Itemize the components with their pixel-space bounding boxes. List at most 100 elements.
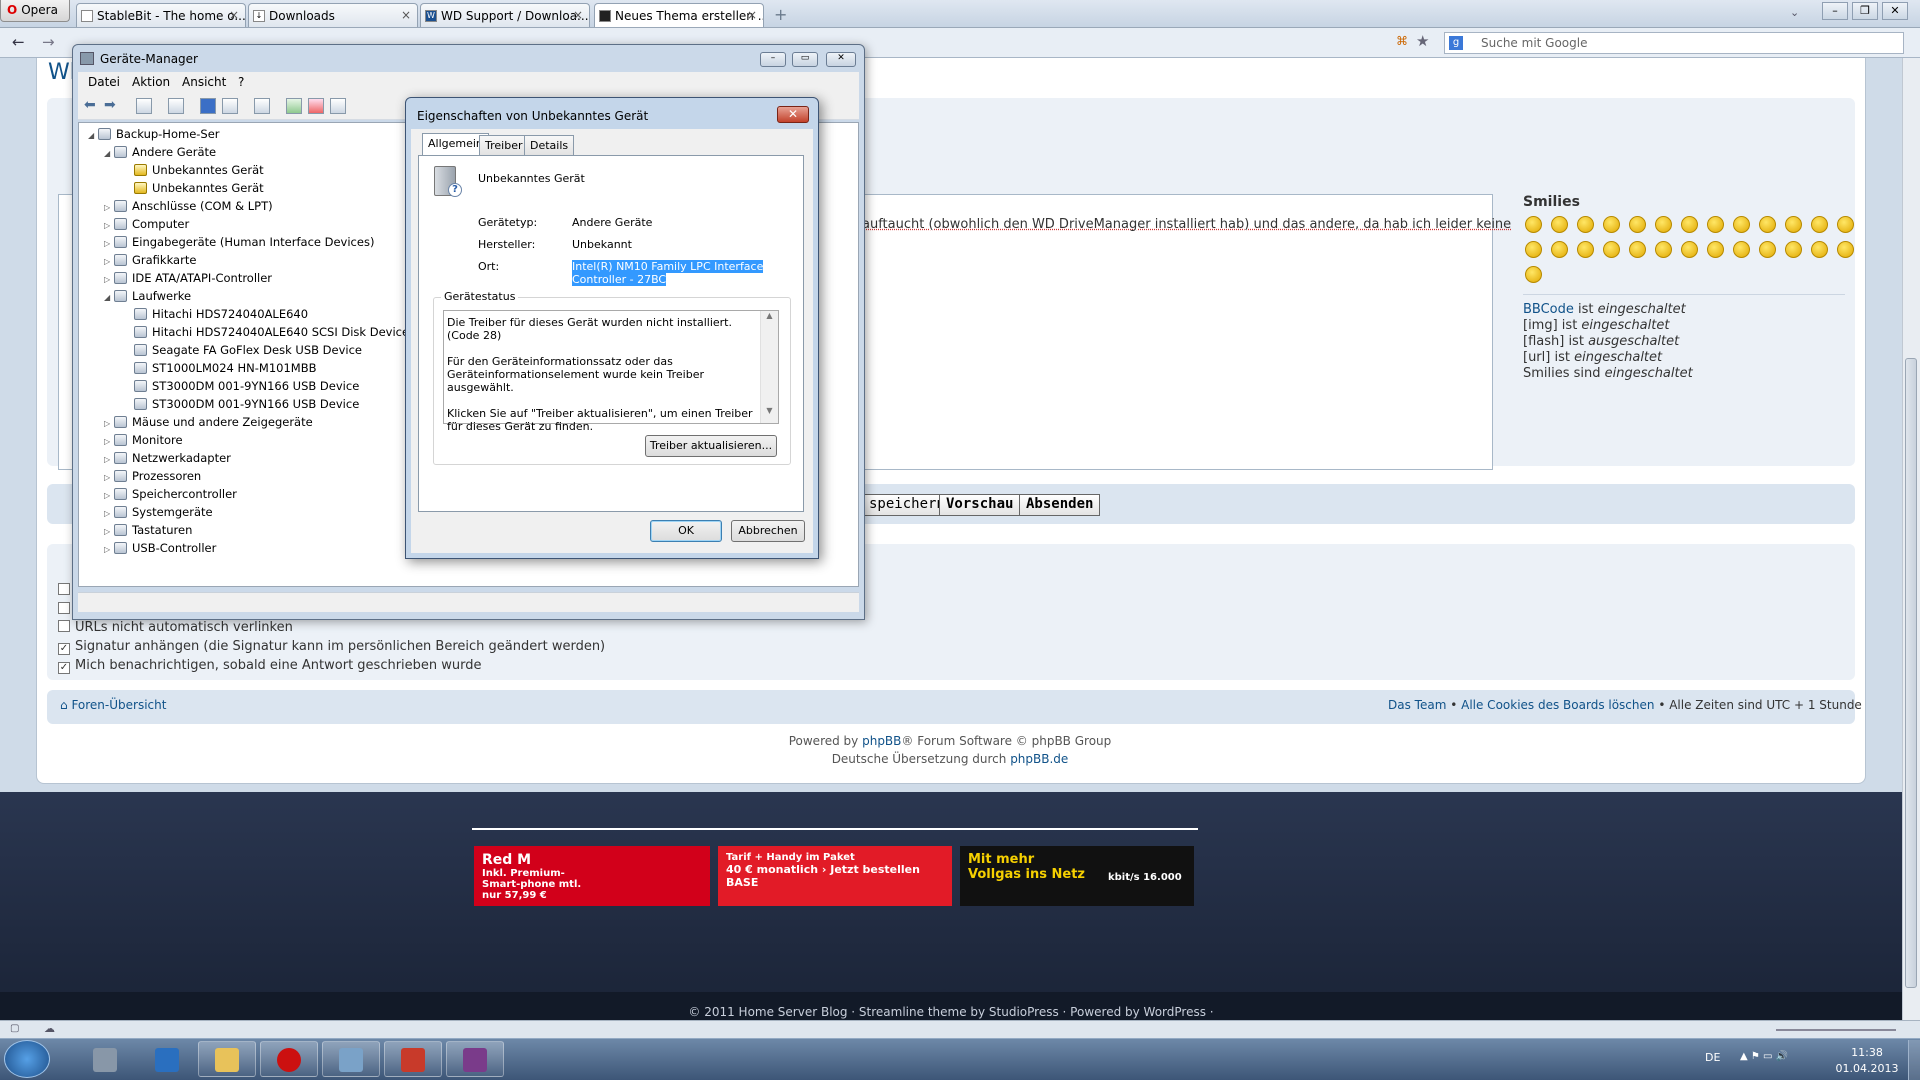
show-hide-tree-icon[interactable]: [136, 98, 152, 114]
ad-banner-speed[interactable]: Mit mehr Vollgas ins Netz kbit/s 16.000: [960, 846, 1194, 906]
device-node[interactable]: Unbekanntes Gerät: [124, 163, 264, 177]
device-category-node[interactable]: ▷ Netzwerkadapter: [104, 451, 231, 465]
scroll-up-icon[interactable]: ▲: [761, 311, 778, 320]
phpbb-de-link[interactable]: phpBB.de: [1010, 752, 1068, 766]
device-category-node[interactable]: ▷ Computer: [104, 217, 189, 231]
taskbar-opera[interactable]: [260, 1041, 318, 1077]
close-icon[interactable]: ×: [229, 8, 239, 22]
post-option[interactable]: ✓ Signatur anhängen (die Signatur kann im…: [58, 639, 605, 655]
smiley-icon[interactable]: [1707, 216, 1724, 233]
device-category-node[interactable]: ▷ IDE ATA/ATAPI-Controller: [104, 271, 272, 285]
device-category-node[interactable]: ▷ Prozessoren: [104, 469, 201, 483]
smiley-icon[interactable]: [1733, 241, 1750, 258]
ok-button[interactable]: OK: [650, 520, 722, 542]
device-category-node[interactable]: ◢ Laufwerke: [104, 289, 191, 303]
help-icon[interactable]: [200, 98, 216, 114]
taskbar-device-manager[interactable]: [322, 1041, 380, 1077]
expand-icon[interactable]: ▷: [104, 275, 114, 284]
smiley-icon[interactable]: [1577, 216, 1594, 233]
device-category-node[interactable]: ▷ Speichercontroller: [104, 487, 237, 501]
disable-device-icon[interactable]: [330, 98, 346, 114]
search-input[interactable]: Suche mit Google: [1444, 32, 1904, 54]
option-checkbox[interactable]: [58, 602, 70, 614]
close-icon[interactable]: ✕: [777, 106, 809, 123]
panel-toggle-icon[interactable]: ▢: [10, 1023, 19, 1034]
cloud-icon[interactable]: ☁: [44, 1022, 55, 1035]
smiley-icon[interactable]: [1655, 216, 1672, 233]
taskbar-explorer[interactable]: [198, 1041, 256, 1077]
smiley-icon[interactable]: [1759, 216, 1776, 233]
clock[interactable]: 11:38 01.04.2013: [1832, 1045, 1902, 1077]
smiley-icon[interactable]: [1525, 266, 1542, 283]
post-option[interactable]: ✓ Mich benachrichtigen, sobald eine Antwo…: [58, 658, 482, 674]
option-checkbox[interactable]: ✓: [58, 662, 70, 674]
expand-icon[interactable]: ▷: [104, 437, 114, 446]
restore-icon[interactable]: ❐: [1852, 2, 1878, 20]
cancel-button[interactable]: Abbrechen: [731, 520, 805, 542]
phpbb-link[interactable]: phpBB: [862, 734, 901, 748]
start-button[interactable]: [4, 1040, 50, 1078]
submit-button[interactable]: Absenden: [1019, 494, 1101, 516]
taskbar-server-app[interactable]: [76, 1041, 134, 1077]
new-tab-icon[interactable]: +: [774, 5, 787, 24]
menu-datei[interactable]: Datei: [88, 75, 120, 89]
expand-icon[interactable]: ▷: [104, 473, 114, 482]
close-icon[interactable]: ×: [747, 8, 757, 22]
tab-list-icon[interactable]: ⌄: [1790, 6, 1799, 19]
smiley-icon[interactable]: [1551, 241, 1568, 258]
bbcode-link[interactable]: BBCode: [1523, 302, 1574, 317]
expand-icon[interactable]: ▷: [104, 455, 114, 464]
team-link[interactable]: Das Team: [1388, 698, 1446, 712]
language-indicator[interactable]: DE: [1705, 1051, 1720, 1064]
smiley-icon[interactable]: [1551, 216, 1568, 233]
smiley-icon[interactable]: [1629, 216, 1646, 233]
view-icon[interactable]: [222, 98, 238, 114]
scrollbar-thumb[interactable]: [1905, 358, 1917, 988]
tab-wd-support[interactable]: W WD Support / Downloa... ×: [420, 3, 590, 27]
post-option[interactable]: URLs nicht automatisch verlinken: [58, 620, 293, 635]
option-checkbox[interactable]: [58, 620, 70, 632]
status-scrollbar[interactable]: ▲ ▼: [760, 311, 778, 423]
smiley-icon[interactable]: [1603, 216, 1620, 233]
device-category-node[interactable]: ◢ Andere Geräte: [104, 145, 216, 159]
collapse-icon[interactable]: ◢: [104, 293, 114, 302]
expand-icon[interactable]: ▷: [104, 257, 114, 266]
smiley-icon[interactable]: [1681, 216, 1698, 233]
device-node[interactable]: ST3000DM 001-9YN166 USB Device: [124, 397, 359, 411]
menu-help[interactable]: ?: [238, 75, 244, 89]
device-category-node[interactable]: ▷ Tastaturen: [104, 523, 192, 537]
update-driver-icon[interactable]: [286, 98, 302, 114]
scroll-down-icon[interactable]: ▼: [761, 406, 778, 415]
expand-icon[interactable]: ▷: [104, 203, 114, 212]
forward-icon[interactable]: ➡: [104, 97, 116, 113]
ad-banner-redm[interactable]: Red M Inkl. Premium-Smart-phone mtl. nur…: [474, 846, 710, 906]
option-checkbox[interactable]: ✓: [58, 643, 70, 655]
smiley-icon[interactable]: [1759, 241, 1776, 258]
device-node[interactable]: ST1000LM024 HN-M101MBB: [124, 361, 317, 375]
collapse-icon[interactable]: ◢: [88, 131, 98, 140]
device-category-node[interactable]: ▷ Grafikkarte: [104, 253, 196, 267]
maximize-icon[interactable]: ▭: [792, 52, 818, 67]
expand-icon[interactable]: ▷: [104, 221, 114, 230]
smiley-icon[interactable]: [1681, 241, 1698, 258]
device-category-node[interactable]: ▷ USB-Controller: [104, 541, 216, 555]
smiley-icon[interactable]: [1811, 241, 1828, 258]
device-category-node[interactable]: ▷ Mäuse und andere Zeigegeräte: [104, 415, 313, 429]
ad-banner-base[interactable]: Tarif + Handy im Paket 40 € monatlich › …: [718, 846, 952, 906]
smiley-icon[interactable]: [1837, 216, 1854, 233]
taskbar-toolbox[interactable]: [384, 1041, 442, 1077]
device-status-text[interactable]: Die Treiber für dieses Gerät wurden nich…: [443, 310, 779, 433]
location-value[interactable]: Intel(R) NM10 Family LPC Interface Contr…: [572, 260, 790, 286]
tab-neues-thema[interactable]: Neues Thema erstellen ... ×: [594, 3, 764, 27]
preview-button[interactable]: Vorschau: [939, 494, 1021, 516]
device-category-node[interactable]: ▷ Systemgeräte: [104, 505, 213, 519]
device-node[interactable]: Unbekanntes Gerät: [124, 181, 264, 195]
device-node[interactable]: ST3000DM 001-9YN166 USB Device: [124, 379, 359, 393]
update-driver-button[interactable]: Treiber aktualisieren...: [645, 435, 777, 457]
delete-cookies-link[interactable]: Alle Cookies des Boards löschen: [1461, 698, 1654, 712]
smiley-icon[interactable]: [1577, 241, 1594, 258]
smiley-icon[interactable]: [1837, 241, 1854, 258]
expand-icon[interactable]: ▷: [104, 491, 114, 500]
smiley-icon[interactable]: [1655, 241, 1672, 258]
back-icon[interactable]: ←: [12, 33, 25, 51]
